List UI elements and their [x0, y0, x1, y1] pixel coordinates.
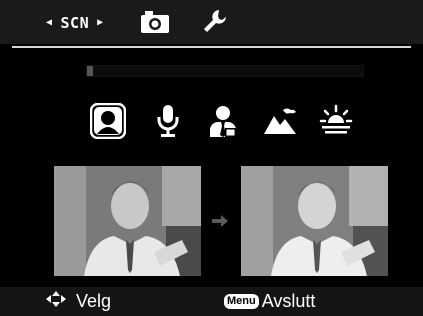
portrait-icon[interactable]	[90, 103, 126, 139]
bottom-hint-bar: Velg Menu Avslutt	[0, 287, 423, 316]
tab-divider	[12, 46, 411, 48]
microphone-icon[interactable]	[150, 103, 186, 139]
dpad-icon	[46, 291, 66, 312]
mountain-icon[interactable]	[262, 103, 298, 139]
tab-scene-mode[interactable]: ◀ SCN ▶	[46, 12, 104, 34]
progress-fill	[87, 66, 93, 76]
scene-progress-bar	[86, 65, 364, 77]
top-tab-bar: ◀ SCN ▶	[0, 0, 423, 44]
chevron-left-icon[interactable]: ◀	[46, 18, 53, 28]
exit-hint: Menu Avslutt	[224, 287, 315, 316]
preview-after-image	[241, 166, 388, 276]
select-label: Velg	[76, 291, 112, 311]
select-hint: Velg	[46, 287, 111, 316]
scene-icon-row	[0, 103, 423, 143]
sunset-icon[interactable]	[318, 103, 354, 139]
wrench-icon[interactable]	[202, 8, 228, 38]
person-tie-icon[interactable]	[205, 103, 241, 139]
menu-button-badge: Menu	[224, 294, 259, 309]
camera-icon[interactable]	[140, 10, 170, 38]
preview-before-image	[54, 166, 201, 276]
arrow-right-icon	[211, 212, 229, 231]
tab-scn-label: SCN	[60, 14, 90, 32]
exit-label: Avslutt	[261, 291, 316, 311]
chevron-right-icon[interactable]: ▶	[97, 18, 104, 28]
